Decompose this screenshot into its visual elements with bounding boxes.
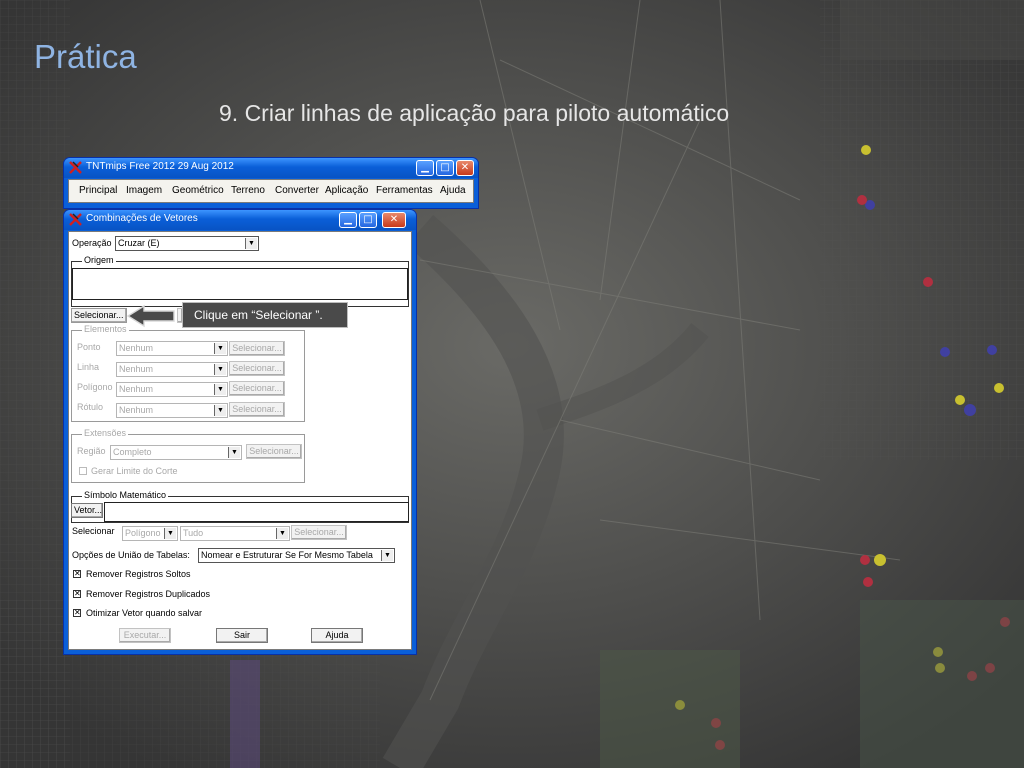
tntmips-icon xyxy=(69,161,82,174)
chevron-down-icon: ▼ xyxy=(228,447,240,458)
chevron-down-icon: ▼ xyxy=(164,528,176,539)
chevron-down-icon: ▼ xyxy=(214,364,226,375)
remove-loose-records-checkbox[interactable]: ✕ xyxy=(73,570,81,578)
chevron-down-icon: ▼ xyxy=(245,238,257,249)
dialog-titlebar[interactable]: Combinações de Vetores ▁ □ ✕ xyxy=(64,210,416,230)
vector-combination-dialog: Combinações de Vetores ▁ □ ✕ Operação Cr… xyxy=(64,210,416,654)
menu-ajuda[interactable]: Ajuda xyxy=(440,185,466,196)
vector-button[interactable]: Vetor... xyxy=(71,503,103,518)
element-polygon-select-button[interactable]: Selecionar... xyxy=(229,381,285,396)
exit-button[interactable]: Sair xyxy=(216,628,268,643)
chevron-down-icon: ▼ xyxy=(214,343,226,354)
remove-duplicate-records-label: Remover Registros Duplicados xyxy=(86,589,211,599)
math-symbol-label: Símbolo Matemático xyxy=(82,490,169,500)
chevron-down-icon: ▼ xyxy=(381,550,393,561)
optimize-vector-checkbox[interactable]: ✕ xyxy=(73,609,81,617)
remove-loose-records-label: Remover Registros Soltos xyxy=(86,569,191,579)
arrow-left-icon xyxy=(126,304,175,328)
origin-field[interactable] xyxy=(72,268,408,300)
instruction-callout: Clique em “Selecionar ”. xyxy=(182,302,348,328)
operation-label: Operação xyxy=(72,238,112,248)
select-button[interactable]: Selecionar... xyxy=(291,525,347,540)
table-join-label: Opções de União de Tabelas: xyxy=(72,550,190,560)
element-point-select-button[interactable]: Selecionar... xyxy=(229,341,285,356)
close-button[interactable]: ✕ xyxy=(456,160,474,176)
origin-label: Origem xyxy=(82,255,116,265)
origin-frame: Origem xyxy=(71,255,409,307)
dialog-client-area: Operação Cruzar (E) ▼ Origem Selecionar.… xyxy=(68,231,412,650)
maximize-button[interactable]: □ xyxy=(359,212,377,228)
region-select-button[interactable]: Selecionar... xyxy=(246,444,302,459)
element-label-select-button[interactable]: Selecionar... xyxy=(229,402,285,417)
region-value: Completo xyxy=(113,447,152,457)
element-polygon-value: Nenhum xyxy=(119,384,154,394)
extents-label: Extensões xyxy=(82,428,129,438)
minimize-button[interactable]: ▁ xyxy=(416,160,434,176)
chevron-down-icon: ▼ xyxy=(214,384,226,395)
element-line-value: Nenhum xyxy=(119,364,154,374)
select-type-value: Polígono xyxy=(125,528,161,538)
menu-geometrico[interactable]: Geométrico xyxy=(172,185,224,196)
dialog-title: Combinações de Vetores xyxy=(86,213,198,224)
element-point-label: Ponto xyxy=(77,342,101,352)
clip-limit-label: Gerar Limite do Corte xyxy=(91,466,178,476)
element-label-value: Nenhum xyxy=(119,405,154,415)
region-select[interactable]: Completo ▼ xyxy=(110,445,242,460)
operation-value: Cruzar (E) xyxy=(118,238,160,248)
main-window-title: TNTmips Free 2012 29 Aug 2012 xyxy=(86,161,234,172)
slide-subtitle: 9. Criar linhas de aplicação para piloto… xyxy=(219,100,730,126)
operation-select[interactable]: Cruzar (E) ▼ xyxy=(115,236,259,251)
minimize-button[interactable]: ▁ xyxy=(339,212,357,228)
element-line-select-button[interactable]: Selecionar... xyxy=(229,361,285,376)
table-join-value: Nomear e Estruturar Se For Mesmo Tabela xyxy=(201,550,373,560)
menu-imagem[interactable]: Imagem xyxy=(126,185,162,196)
slide-title: Prática xyxy=(34,38,137,75)
region-label: Região xyxy=(77,446,106,456)
element-point-select[interactable]: Nenhum ▼ xyxy=(116,341,228,356)
table-join-select[interactable]: Nomear e Estruturar Se For Mesmo Tabela … xyxy=(198,548,395,563)
element-polygon-select[interactable]: Nenhum ▼ xyxy=(116,382,228,397)
clip-limit-checkbox[interactable] xyxy=(79,467,87,475)
element-line-select[interactable]: Nenhum ▼ xyxy=(116,362,228,377)
optimize-vector-label: Otimizar Vetor quando salvar xyxy=(86,608,203,618)
remove-duplicate-records-checkbox[interactable]: ✕ xyxy=(73,590,81,598)
maximize-button[interactable]: □ xyxy=(436,160,454,176)
element-label-select[interactable]: Nenhum ▼ xyxy=(116,403,228,418)
element-line-label: Linha xyxy=(77,362,100,372)
menu-terreno[interactable]: Terreno xyxy=(231,185,265,196)
main-window-titlebar[interactable]: TNTmips Free 2012 29 Aug 2012 ▁ □ ✕ xyxy=(64,158,478,178)
element-polygon-label: Polígono xyxy=(77,382,113,392)
menu-converter[interactable]: Converter xyxy=(275,185,319,196)
vector-field[interactable] xyxy=(104,502,409,522)
menu-principal[interactable]: Principal xyxy=(79,185,117,196)
element-point-value: Nenhum xyxy=(119,343,154,353)
menu-aplicacao[interactable]: Aplicação xyxy=(325,185,368,196)
execute-button[interactable]: Executar... xyxy=(119,628,171,643)
tntmips-main-window: TNTmips Free 2012 29 Aug 2012 ▁ □ ✕ Prin… xyxy=(64,158,478,208)
main-menubar: Principal Imagem Geométrico Terreno Conv… xyxy=(68,179,474,203)
menu-ferramentas[interactable]: Ferramentas xyxy=(376,185,433,196)
select-label: Selecionar xyxy=(72,526,115,536)
select-type-select[interactable]: Polígono ▼ xyxy=(122,526,178,541)
select-scope-select[interactable]: Tudo ▼ xyxy=(180,526,290,541)
select-scope-value: Tudo xyxy=(183,528,204,538)
element-label-label: Rótulo xyxy=(77,402,104,412)
tntmips-icon xyxy=(69,213,82,226)
chevron-down-icon: ▼ xyxy=(214,405,226,416)
elements-label: Elementos xyxy=(82,324,129,334)
origin-select-button[interactable]: Selecionar... xyxy=(71,308,127,323)
help-button[interactable]: Ajuda xyxy=(311,628,363,643)
close-button[interactable]: ✕ xyxy=(382,212,406,228)
chevron-down-icon: ▼ xyxy=(276,528,288,539)
